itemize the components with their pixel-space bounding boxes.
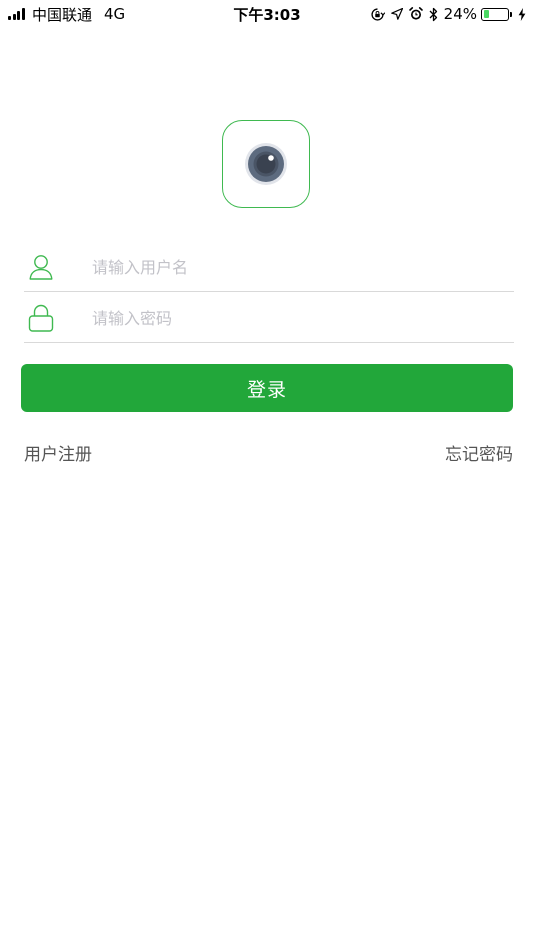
orientation-lock-icon (370, 6, 385, 22)
status-bar-right: 24% (364, 5, 526, 23)
battery-icon (481, 7, 512, 21)
password-field-row (24, 293, 514, 343)
bluetooth-icon (429, 6, 438, 22)
username-input[interactable] (92, 250, 502, 284)
location-icon (390, 6, 403, 22)
register-link[interactable]: 用户注册 (24, 440, 92, 465)
camera-lens-icon (245, 143, 287, 185)
battery-percentage: 24% (443, 5, 477, 23)
lock-icon (28, 304, 54, 332)
charging-icon (518, 6, 526, 22)
alarm-icon (408, 6, 423, 22)
battery-level-fill (483, 10, 489, 18)
password-input[interactable] (92, 301, 502, 335)
forgot-password-link[interactable]: 忘记密码 (445, 440, 513, 465)
app-logo (222, 120, 310, 208)
user-icon (28, 253, 54, 281)
username-field-row (24, 242, 514, 292)
status-bar: 中国联通 4G 下午3:03 24% (0, 0, 534, 28)
login-button[interactable]: 登录 (21, 364, 513, 412)
